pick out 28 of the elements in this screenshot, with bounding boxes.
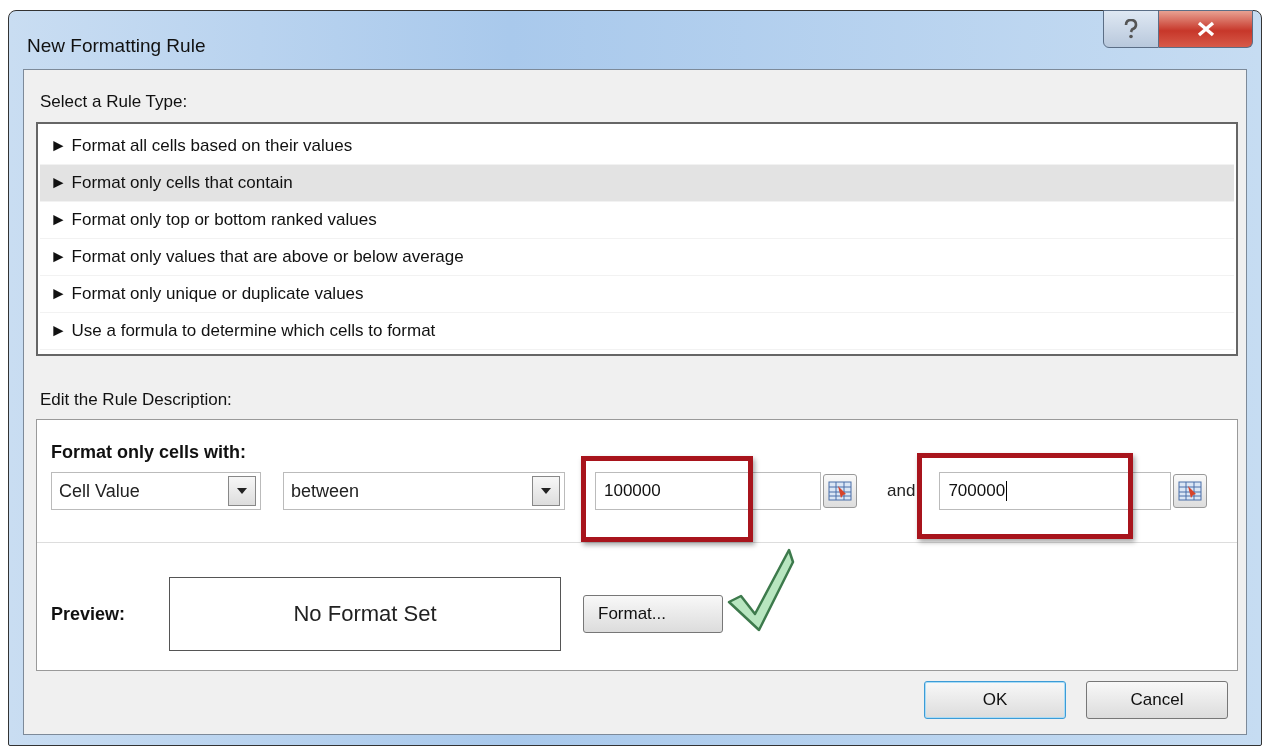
- close-button[interactable]: [1159, 10, 1253, 48]
- checkmark-icon: [727, 546, 797, 632]
- condition-heading: Format only cells with:: [51, 442, 248, 463]
- grid-arrow-icon: [1178, 481, 1203, 501]
- cell-picker-button[interactable]: [1173, 474, 1208, 508]
- section-label: Edit the Rule Description:: [40, 390, 233, 410]
- preview-label: Preview:: [51, 603, 127, 625]
- grid-arrow-icon: [828, 481, 852, 501]
- rule-type-item[interactable]: ► Format only cells that contain: [40, 165, 1234, 202]
- close-icon: [1195, 21, 1216, 37]
- section-label: Select a Rule Type:: [40, 92, 189, 112]
- preview-box: No Format Set: [169, 577, 561, 651]
- field-dropdown[interactable]: Cell Value: [51, 472, 261, 510]
- value-input-field[interactable]: 100000: [595, 472, 821, 510]
- ok-button[interactable]: OK: [924, 681, 1066, 719]
- cancel-button[interactable]: Cancel: [1086, 681, 1228, 719]
- window-title: New Formatting Rule: [27, 35, 206, 57]
- help-icon: [1124, 19, 1138, 39]
- operator-dropdown[interactable]: between: [283, 472, 565, 510]
- value-input-field[interactable]: 700000: [939, 472, 1172, 510]
- format-button[interactable]: Format...: [583, 595, 723, 633]
- rule-type-item[interactable]: ► Format only values that are above or below average: [40, 239, 1234, 276]
- cell-picker-button[interactable]: [823, 474, 857, 508]
- rule-type-item[interactable]: ► Format only unique or duplicate values: [40, 276, 1234, 313]
- rule-type-item[interactable]: ► Use a formula to determine which cells to format: [40, 313, 1234, 350]
- help-button[interactable]: [1103, 10, 1159, 48]
- rule-type-item[interactable]: ► Format only top or bottom ranked values: [40, 202, 1234, 239]
- joiner-label: and: [887, 481, 916, 501]
